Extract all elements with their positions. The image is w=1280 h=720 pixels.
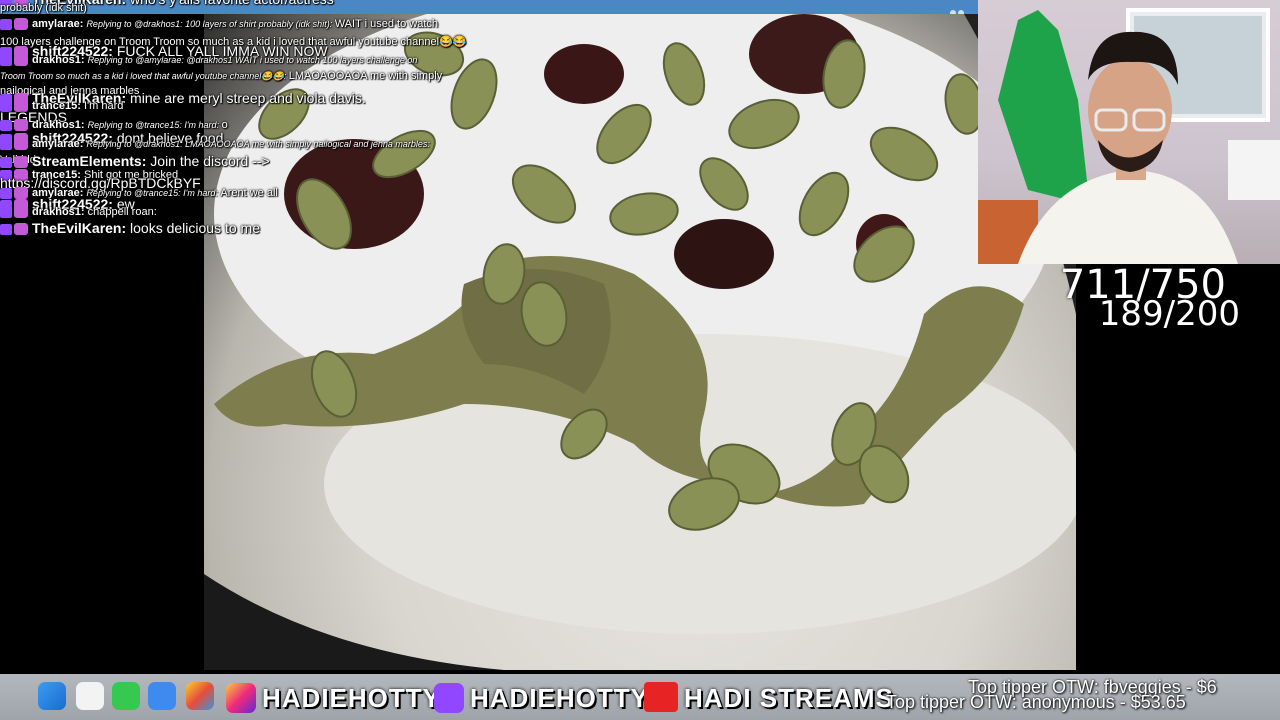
chat-message-text: who's y'alls favorite actor/actress — [130, 0, 334, 7]
brand-instagram-handle: HADIEHOTTY — [262, 683, 441, 713]
chat-message: TheEvilKaren: looks delicious to me — [0, 220, 260, 236]
emote-badge-icon — [14, 206, 28, 219]
finder-icon[interactable] — [38, 682, 66, 710]
chat-message: StreamElements: Join the discord --> — [0, 153, 270, 169]
subscriber-badge-icon — [0, 156, 12, 168]
chat-username[interactable]: amylarae: — [32, 138, 86, 150]
chrome-icon[interactable] — [186, 682, 214, 710]
chat-message-text: WAIT i used to watch — [334, 18, 439, 30]
youtube-icon — [644, 682, 678, 712]
chat-message-text: probably (idk shit) — [0, 2, 87, 14]
chat-username[interactable]: drakhos1: — [32, 54, 88, 66]
chat-username[interactable]: StreamElements: — [32, 153, 150, 169]
emote-badge-icon — [14, 223, 28, 236]
chat-reply-context: Replying to @drakhos1: LMAOAOOAOA me wit… — [86, 139, 430, 149]
chat-message: drakhos1: chappell roan: — [0, 205, 157, 219]
emote-badge-icon — [14, 138, 28, 151]
stream-chat-overlay: TheEvilKaren: who's y'alls favorite acto… — [0, 0, 500, 250]
brand-youtube-handle: HADI STREAMS — [684, 683, 894, 713]
chat-message-text: chappell roan: — [87, 206, 157, 218]
subscriber-badge-icon — [0, 119, 12, 131]
chat-message-text: looks delicious to me — [130, 220, 260, 236]
chat-message: probably (idk shit) — [0, 1, 87, 15]
top-tipper-otw: Top tipper OTW: anonymous - $53.65 — [886, 692, 1186, 712]
subscriber-badge-icon — [0, 54, 12, 66]
chat-message-text: I'm hard — [83, 100, 124, 112]
chat-username[interactable]: amylarae: — [32, 18, 86, 30]
mail-icon[interactable] — [148, 682, 176, 710]
chat-message-text: Join the discord --> — [150, 153, 270, 169]
webcam-feed — [978, 0, 1280, 264]
emote-badge-icon — [14, 119, 28, 132]
brand-twitch-handle: HADIEHOTTY — [470, 683, 649, 713]
chat-reply-context: Replying to @amylarae: @drakhos1 WAIT i … — [87, 55, 418, 65]
chat-message: amylarae: Replying to @drakhos1: LMAOAOO… — [0, 137, 430, 151]
chat-message-text: LMAOAOOAOA me with simply — [288, 70, 443, 82]
instagram-icon — [226, 683, 256, 713]
chat-username[interactable]: drakhos1: — [32, 206, 88, 218]
twitch-icon — [434, 683, 464, 713]
chat-username[interactable]: TheEvilKaren: — [32, 220, 130, 236]
chat-reply-context: Replying to @drakhos1: 100 layers of shi… — [86, 19, 335, 29]
subscriber-badge-icon — [0, 18, 12, 30]
chat-message-text: mine are meryl streep and viola davis. — [130, 90, 366, 106]
emote-badge-icon — [14, 18, 28, 31]
subscriber-badge-icon — [0, 206, 12, 218]
emote-badge-icon — [14, 54, 28, 67]
chat-message: Troom Troom so much as a kid i loved tha… — [0, 69, 442, 83]
emote-badge-icon — [14, 156, 28, 169]
subscriber-badge-icon — [0, 223, 12, 235]
messages-icon[interactable] — [112, 682, 140, 710]
chat-message-text: Arent we all — [220, 187, 278, 199]
window-controls[interactable] — [948, 3, 968, 16]
chat-message: drakhos1: Replying to @amylarae: @drakho… — [0, 53, 417, 67]
chat-reply-context: Troom Troom so much as a kid i loved tha… — [0, 71, 289, 81]
goal-counter-secondary: 189/200 — [1098, 294, 1240, 334]
launchpad-icon[interactable] — [76, 682, 104, 710]
chat-reply-context: Replying to @trance15: I'm hard: — [87, 120, 222, 130]
chat-message: amylarae: Replying to @drakhos1: 100 lay… — [0, 17, 438, 31]
subscriber-badge-icon — [0, 138, 12, 150]
